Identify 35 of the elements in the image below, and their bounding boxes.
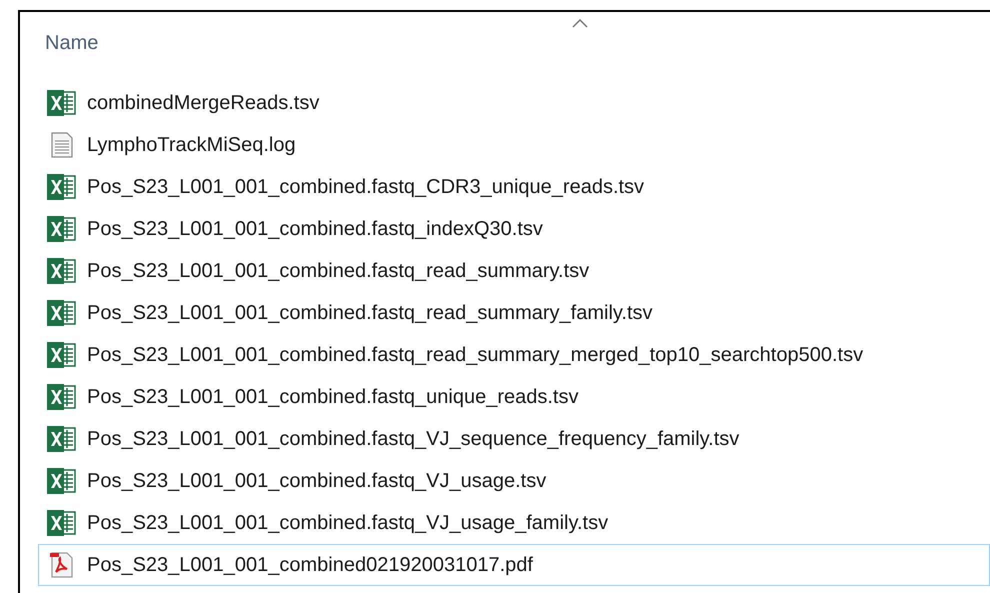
file-name: LymphoTrackMiSeq.log bbox=[87, 133, 296, 158]
file-row[interactable]: Pos_S23_L001_001_combined.fastq_VJ_usage.tsv bbox=[38, 460, 990, 502]
spreadsheet-icon bbox=[47, 258, 77, 284]
file-row[interactable]: Pos_S23_L001_001_combined.fastq_VJ_usage_family.tsv bbox=[38, 502, 990, 544]
file-name: Pos_S23_L001_001_combined.fastq_unique_reads.tsv bbox=[87, 385, 578, 410]
spreadsheet-icon bbox=[47, 174, 77, 200]
file-name: Pos_S23_L001_001_combined.fastq_VJ_usage.tsv bbox=[87, 469, 546, 494]
spreadsheet-icon bbox=[47, 90, 77, 116]
file-row[interactable]: Pos_S23_L001_001_combined.fastq_read_summary_merged_top10_searchtop500.tsv bbox=[38, 334, 990, 376]
file-name: Pos_S23_L001_001_combined.fastq_indexQ30.tsv bbox=[87, 217, 543, 242]
file-name: Pos_S23_L001_001_combined021920031017.pdf bbox=[87, 553, 533, 578]
file-row[interactable]: Pos_S23_L001_001_combined.fastq_read_summary.tsv bbox=[38, 250, 990, 292]
file-name: Pos_S23_L001_001_combined.fastq_VJ_sequence_frequency_family.tsv bbox=[87, 427, 740, 452]
file-row[interactable]: Pos_S23_L001_001_combined.fastq_VJ_sequence_frequency_family.tsv bbox=[38, 418, 990, 460]
file-name: Pos_S23_L001_001_combined.fastq_VJ_usage_family.tsv bbox=[87, 511, 608, 536]
spreadsheet-icon bbox=[47, 384, 77, 410]
file-row[interactable]: Pos_S23_L001_001_combined.fastq_CDR3_unique_reads.tsv bbox=[38, 166, 990, 208]
file-name: Pos_S23_L001_001_combined.fastq_read_summary.tsv bbox=[87, 259, 590, 284]
file-name: Pos_S23_L001_001_combined.fastq_CDR3_unique_reads.tsv bbox=[87, 175, 644, 200]
file-name: combinedMergeReads.tsv bbox=[87, 91, 320, 116]
spreadsheet-icon bbox=[47, 342, 77, 368]
file-name: Pos_S23_L001_001_combined.fastq_read_summary_merged_top10_searchtop500.tsv bbox=[87, 343, 864, 368]
spreadsheet-icon bbox=[47, 216, 77, 242]
file-row[interactable]: LymphoTrackMiSeq.log bbox=[38, 124, 990, 166]
spreadsheet-icon bbox=[47, 300, 77, 326]
column-header[interactable]: Name bbox=[45, 28, 98, 58]
file-row[interactable]: Pos_S23_L001_001_combined021920031017.pdf bbox=[38, 544, 990, 586]
file-row[interactable]: Pos_S23_L001_001_combined.fastq_read_summary_family.tsv bbox=[38, 292, 990, 334]
spreadsheet-icon bbox=[47, 468, 77, 494]
file-row[interactable]: Pos_S23_L001_001_combined.fastq_indexQ30.tsv bbox=[38, 208, 990, 250]
file-name: Pos_S23_L001_001_combined.fastq_read_summary_family.tsv bbox=[87, 301, 653, 326]
file-row[interactable]: combinedMergeReads.tsv bbox=[38, 82, 990, 124]
spreadsheet-icon bbox=[47, 510, 77, 536]
spreadsheet-icon bbox=[47, 426, 77, 452]
file-row[interactable]: Pos_S23_L001_001_combined.fastq_unique_reads.tsv bbox=[38, 376, 990, 418]
